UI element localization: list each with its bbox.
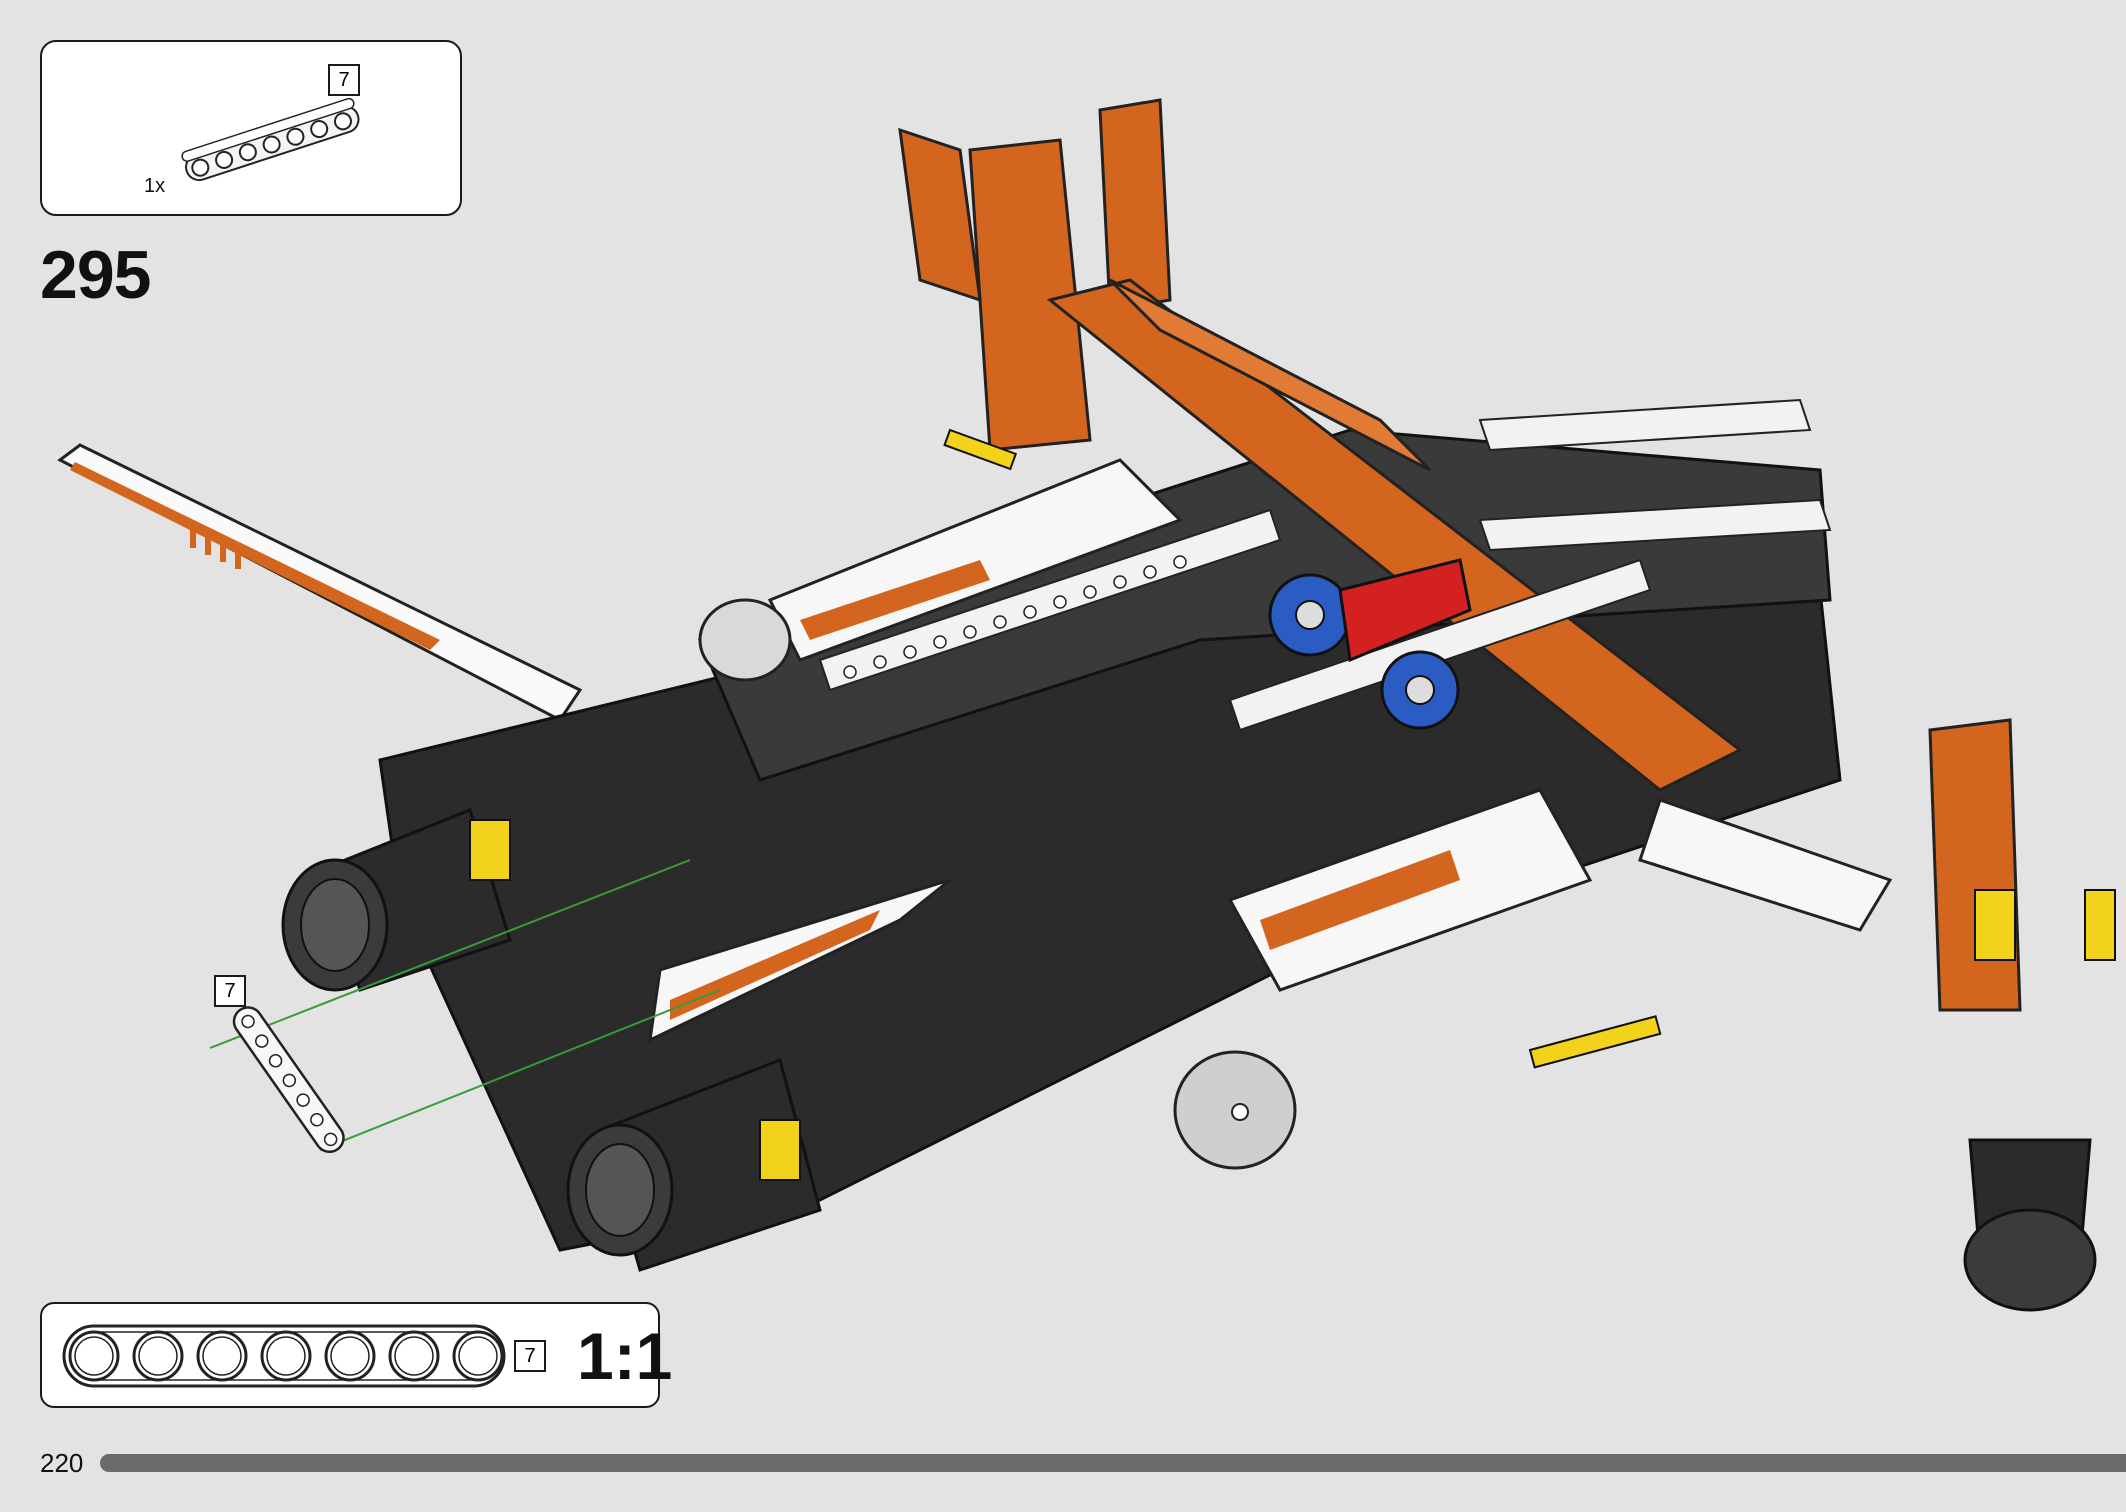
scale-reference-callout: 7 1:1: [40, 1302, 672, 1408]
model-illustration: [57, 98, 2116, 1312]
chassis-body: [378, 428, 1842, 1252]
thruster-right: [1963, 889, 2116, 1312]
beam-1to1-icon: [62, 1324, 506, 1388]
progress-bar: [100, 1454, 2126, 1472]
new-beam-part: [232, 1006, 345, 1154]
page-number: 220: [40, 1448, 84, 1478]
white-fin-part: [57, 443, 583, 722]
assembly-length-tag: 7: [214, 975, 246, 1007]
scale-length-tag: 7: [514, 1340, 546, 1372]
scale-label: 1:1: [577, 1319, 673, 1393]
